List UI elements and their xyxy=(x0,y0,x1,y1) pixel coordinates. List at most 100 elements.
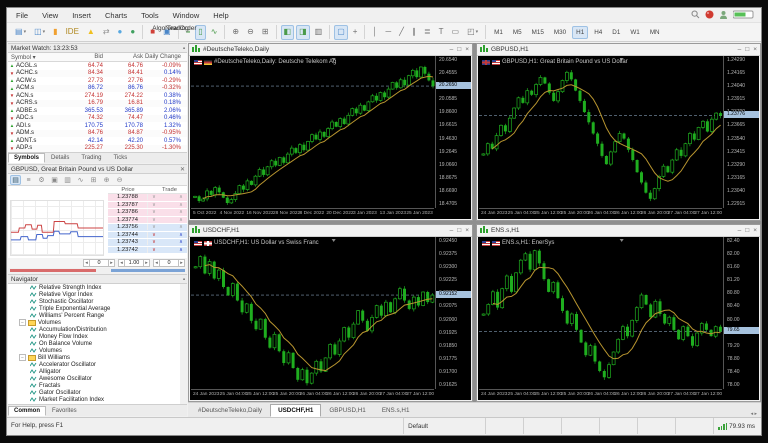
menu-insert[interactable]: Insert xyxy=(65,10,98,21)
grid-icon[interactable]: ⊞ xyxy=(259,25,272,40)
market-watch-row[interactable]: ▲ADNT.s42.1442.200.57% xyxy=(8,137,187,145)
tree-collapse-icon[interactable]: − xyxy=(19,354,26,361)
horizontal-line-icon[interactable]: ─ xyxy=(382,25,394,40)
dom-bid-row[interactable]: 1.23743∨∧ xyxy=(108,239,187,247)
time-axis[interactable]: 24 Jan 202325 Jan 04:0025 Jan 12:0025 Ja… xyxy=(191,389,434,400)
depth-of-market-icon[interactable]: ⇄ xyxy=(100,25,113,40)
dom-zoom-out-icon[interactable]: ⊖ xyxy=(114,175,125,185)
alerts-bell-icon[interactable]: ▲ xyxy=(84,25,98,40)
sell-chevron-icon[interactable]: ∨ xyxy=(148,247,160,253)
minimize-icon[interactable]: – xyxy=(738,46,742,53)
nav-item-fractals[interactable]: Fractals xyxy=(8,382,180,389)
chart-window-titlebar[interactable]: #DeutscheTeleko,Daily–□× xyxy=(189,44,472,56)
maximize-icon[interactable]: □ xyxy=(457,46,461,53)
dom-close-icon[interactable]: ✕ xyxy=(180,166,185,174)
dom-ask-row[interactable]: 1.23787∨∧ xyxy=(108,202,187,210)
stepper-increment-icon[interactable]: ▸ xyxy=(178,259,185,267)
market-watch-row[interactable]: ▼ADC.s74.3274.470.46% xyxy=(8,115,187,123)
close-icon[interactable]: × xyxy=(465,46,469,53)
nav-item-relative-vigor-index[interactable]: Relative Vigor Index xyxy=(8,291,180,298)
menu-charts[interactable]: Charts xyxy=(98,10,134,21)
price-axis[interactable]: 1.242901.241651.240401.239151.237901.236… xyxy=(723,56,759,208)
dom-align-icon[interactable]: ⊞ xyxy=(88,175,99,185)
chart-window-titlebar[interactable]: USDCHF,H1–□× xyxy=(189,225,472,237)
sell-chevron-icon[interactable]: ∨ xyxy=(148,209,160,215)
buy-chevron-icon[interactable]: ∧ xyxy=(175,239,187,245)
market-watch-row[interactable]: ▲ACIW.s27.7327.76-0.29% xyxy=(8,77,187,85)
column-bid[interactable]: Bid xyxy=(63,54,103,60)
community-icon[interactable]: ● xyxy=(127,25,138,40)
navigator-menu-icon[interactable]: ▪ xyxy=(183,276,185,284)
dom-collapse-icon[interactable]: ≡ xyxy=(23,175,34,185)
nav-item-relative-strength-index[interactable]: Relative Strength Index xyxy=(8,284,180,291)
chart-canvas[interactable]: 0.924500.923750.923000.922250.921500.920… xyxy=(190,237,471,400)
market-watch-row[interactable]: ▼ACHC.s84.3484.410.14% xyxy=(8,70,187,78)
buy-chevron-icon[interactable]: ∧ xyxy=(175,202,187,208)
sell-chevron-icon[interactable]: ∨ xyxy=(148,194,160,200)
tile-windows-icon[interactable]: ▥ xyxy=(312,25,326,40)
minimize-icon[interactable]: – xyxy=(450,46,454,53)
dom-bid-row[interactable]: 1.23742∨∧ xyxy=(108,247,187,255)
timeframe-h1[interactable]: H1 xyxy=(572,26,588,39)
timeframe-d1[interactable]: D1 xyxy=(608,26,624,39)
time-axis[interactable]: 5 Oct 20224 Nov 202216 Nov 202228 Nov 20… xyxy=(191,208,434,219)
chart-window-titlebar[interactable]: ENS.s,H1–□× xyxy=(477,225,760,237)
maximize-icon[interactable]: □ xyxy=(457,227,461,234)
dom-ask-row[interactable]: 1.23774∨∧ xyxy=(108,217,187,225)
market-watch-row[interactable]: ▲ACGL.s64.7464.76-0.09% xyxy=(8,62,187,70)
chart-canvas[interactable]: 20.654020.455520.257020.058519.860019.66… xyxy=(190,56,471,219)
zoom-in-icon[interactable]: ⊕ xyxy=(229,25,242,40)
menu-window[interactable]: Window xyxy=(166,10,207,21)
market-watch-row[interactable]: ▼ADP.s225.27225.30-1.30% xyxy=(8,145,187,153)
stepper-decrement-icon[interactable]: ◂ xyxy=(83,259,90,267)
equidistant-channel-icon[interactable]: ∥ xyxy=(409,25,419,40)
tab-symbols[interactable]: Symbols xyxy=(8,153,45,163)
tab-details[interactable]: Details xyxy=(45,153,75,163)
market-watch-row[interactable]: ▼ACN.s274.19274.220.38% xyxy=(8,92,187,100)
column-ask[interactable]: Ask xyxy=(103,54,143,60)
buy-volume-bar[interactable] xyxy=(111,269,185,272)
menu-tools[interactable]: Tools xyxy=(134,10,166,21)
minimize-icon[interactable]: – xyxy=(738,227,742,234)
nav-item-accumulation-distribution[interactable]: Accumulation/Distribution xyxy=(8,326,180,333)
dom-ask-row[interactable]: 1.23786∨∧ xyxy=(108,209,187,217)
fibonacci-icon[interactable]: ≣ xyxy=(421,25,434,40)
buy-chevron-icon[interactable]: ∧ xyxy=(175,247,187,253)
timeframe-w1[interactable]: W1 xyxy=(626,26,643,39)
timeframe-m5[interactable]: M5 xyxy=(509,26,526,39)
price-axis[interactable]: 0.924500.923750.923000.922250.921500.920… xyxy=(435,237,471,389)
close-icon[interactable]: × xyxy=(753,46,757,53)
chart-canvas[interactable]: 1.242901.241651.240401.239151.237901.236… xyxy=(478,56,759,219)
nav-item-williams-percent-range[interactable]: Williams' Percent Range xyxy=(8,312,180,319)
sell-chevron-icon[interactable]: ∨ xyxy=(148,232,160,238)
sell-chevron-icon[interactable]: ∨ xyxy=(148,239,160,245)
market-watch-header[interactable]: Symbol ▾BidAskDaily Change xyxy=(8,53,187,62)
market-watch-row[interactable]: ▲ADBE.s365.53365.892.06% xyxy=(8,107,187,115)
stepper-increment-icon[interactable]: ▸ xyxy=(143,259,150,267)
time-axis[interactable]: 24 Jan 202325 Jan 04:0025 Jan 12:0025 Ja… xyxy=(479,389,722,400)
dom-bid-row[interactable]: 1.23744∨∧ xyxy=(108,232,187,240)
market-watch-row[interactable]: ▲ADI.s170.75170.781.32% xyxy=(8,122,187,130)
tab-common[interactable]: Common xyxy=(8,406,46,416)
maximize-icon[interactable]: □ xyxy=(745,46,749,53)
nav-item-gator-oscillator[interactable]: Gator Oscillator xyxy=(8,389,180,396)
chart-canvas[interactable]: 82.4082.0081.6081.2080.8080.4080.0079.60… xyxy=(478,237,759,400)
nav-item-awesome-oscillator[interactable]: Awesome Oscillator xyxy=(8,375,180,382)
dom-mode-icon[interactable]: ▤ xyxy=(10,175,21,185)
menu-view[interactable]: View xyxy=(35,10,65,21)
close-icon[interactable]: × xyxy=(753,227,757,234)
market-watch-menu-icon[interactable]: ▪ xyxy=(183,45,185,53)
buy-chevron-icon[interactable]: ∧ xyxy=(175,194,187,200)
dom-settings-icon[interactable]: ⚙ xyxy=(36,175,47,185)
auto-scroll-icon[interactable]: ◧ xyxy=(281,25,295,40)
dom-volume-icon[interactable]: ▥ xyxy=(62,175,73,185)
nav-item-on-balance-volume[interactable]: On Balance Volume xyxy=(8,340,180,347)
chart-tab-deutscheteleko-daily[interactable]: #DeutscheTeleko,Daily xyxy=(190,404,270,417)
price-axis[interactable]: 20.654020.455520.257020.058519.860019.66… xyxy=(435,56,471,208)
algo-trading-button[interactable]: ■Algo Trading xyxy=(147,25,158,40)
stepper-increment-icon[interactable]: ▸ xyxy=(108,259,115,267)
chart-tab-usdchf-h1[interactable]: USDCHF,H1 xyxy=(270,404,321,417)
vertical-line-icon[interactable]: │ xyxy=(369,25,380,40)
buy-chevron-icon[interactable]: ∧ xyxy=(175,224,187,230)
price-axis[interactable]: 82.4082.0081.6081.2080.8080.4080.0079.60… xyxy=(723,237,759,389)
